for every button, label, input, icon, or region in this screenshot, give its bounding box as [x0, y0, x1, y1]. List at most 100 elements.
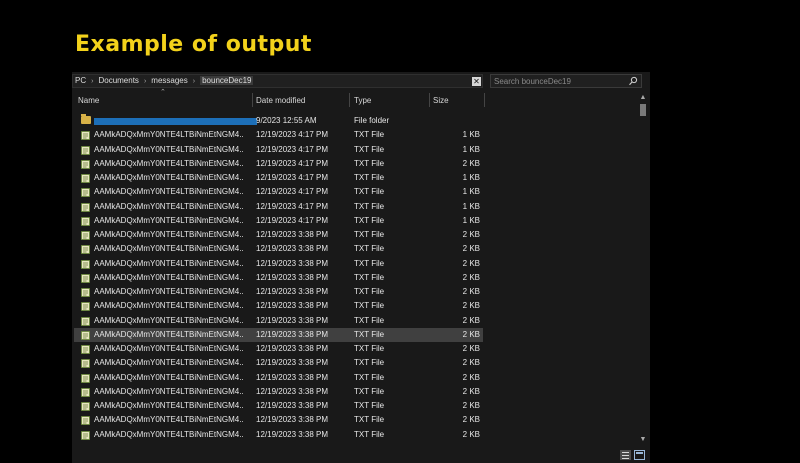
tiles-view-icon[interactable] [634, 450, 645, 460]
folder-date-modified: 9/2023 12:55 AM [256, 116, 317, 125]
txt-file-icon [81, 131, 90, 141]
txt-file-icon [81, 288, 90, 297]
clear-icon[interactable]: ✕ [472, 77, 481, 86]
file-type: TXT File [354, 215, 385, 225]
file-size: 1 KB [462, 130, 480, 140]
column-header-name[interactable]: Name [78, 90, 248, 110]
column-header-date[interactable]: Date modified [256, 90, 348, 110]
file-name: AAMkADQxMmY0NTE4LTBiNmEtNGM4... [94, 415, 244, 425]
file-date-modified: 12/19/2023 3:38 PM [256, 244, 329, 254]
file-name: AAMkADQxMmY0NTE4LTBiNmEtNGM4... [94, 372, 244, 382]
list-item[interactable]: AAMkADQxMmY0NTE4LTBiNmEtNGM4... 12/19/202… [74, 428, 483, 442]
file-size: 2 KB [462, 344, 480, 353]
vertical-scrollbar[interactable]: ▲ ▼ [638, 94, 648, 446]
txt-file-icon [81, 430, 90, 440]
address-bar[interactable]: PC › Documents › messages › bounceDec19 ✕ [72, 74, 483, 88]
list-item[interactable]: AAMkADQxMmY0NTE4LTBiNmEtNGM4... 12/19/202… [74, 271, 483, 285]
txt-file-icon [81, 330, 90, 340]
list-item[interactable]: AAMkADQxMmY0NTE4LTBiNmEtNGM4... 12/19/202… [74, 185, 483, 199]
file-size: 2 KB [462, 287, 480, 296]
file-type: TXT File [354, 258, 385, 268]
file-name: AAMkADQxMmY0NTE4LTBiNmEtNGM4... [94, 130, 244, 140]
file-date-modified: 12/19/2023 3:38 PM [256, 272, 329, 282]
list-item[interactable]: AAMkADQxMmY0NTE4LTBiNmEtNGM4... 12/19/202… [74, 257, 483, 271]
file-type: TXT File [354, 415, 385, 425]
list-item[interactable]: AAMkADQxMmY0NTE4LTBiNmEtNGM4... 12/19/202… [74, 171, 483, 185]
breadcrumb-documents[interactable]: Documents [98, 76, 138, 85]
file-type: TXT File [354, 201, 385, 211]
file-type: TXT File [354, 329, 385, 339]
list-item[interactable]: AAMkADQxMmY0NTE4LTBiNmEtNGM4... 12/19/202… [74, 143, 483, 157]
breadcrumb: PC › Documents › messages › bounceDec19 [75, 76, 254, 85]
file-date-modified: 12/19/2023 4:17 PM [256, 158, 329, 168]
txt-file-icon [81, 402, 90, 411]
list-item[interactable]: AAMkADQxMmY0NTE4LTBiNmEtNGM4... 12/19/202… [74, 399, 483, 413]
file-name: AAMkADQxMmY0NTE4LTBiNmEtNGM4... [94, 358, 244, 368]
list-item[interactable]: AAMkADQxMmY0NTE4LTBiNmEtNGM4... 12/19/202… [74, 128, 483, 142]
address-bar-row: PC › Documents › messages › bounceDec19 ✕ [72, 72, 650, 90]
list-item[interactable]: AAMkADQxMmY0NTE4LTBiNmEtNGM4... 12/19/202… [74, 413, 483, 427]
column-divider[interactable] [484, 93, 485, 107]
file-list: 9/2023 12:55 AM File folder AAMkADQxMmY0… [72, 114, 638, 463]
breadcrumb-pc[interactable]: PC [75, 76, 86, 85]
txt-file-icon [81, 345, 90, 354]
column-divider[interactable] [252, 93, 253, 107]
folder-type: File folder [354, 116, 390, 125]
file-type: TXT File [354, 244, 385, 254]
file-size: 2 KB [462, 415, 480, 425]
file-type: TXT File [354, 358, 385, 368]
column-header-size[interactable]: Size [433, 90, 483, 110]
file-size: 2 KB [462, 230, 480, 239]
search-icon[interactable] [628, 75, 638, 87]
search-input[interactable] [494, 75, 622, 87]
file-date-modified: 12/19/2023 3:38 PM [256, 358, 329, 368]
list-item[interactable]: AAMkADQxMmY0NTE4LTBiNmEtNGM4... 12/19/202… [74, 285, 483, 299]
list-item[interactable]: AAMkADQxMmY0NTE4LTBiNmEtNGM4... 12/19/202… [74, 242, 483, 256]
list-item[interactable]: AAMkADQxMmY0NTE4LTBiNmEtNGM4... 12/19/202… [74, 157, 483, 171]
txt-file-icon [81, 259, 90, 269]
txt-file-icon [81, 359, 90, 369]
list-item[interactable]: AAMkADQxMmY0NTE4LTBiNmEtNGM4... 12/19/202… [74, 371, 483, 385]
file-name: AAMkADQxMmY0NTE4LTBiNmEtNGM4... [94, 258, 244, 268]
file-type: TXT File [354, 287, 385, 296]
file-size: 1 KB [462, 144, 480, 154]
breadcrumb-messages[interactable]: messages [151, 76, 187, 85]
list-item[interactable]: AAMkADQxMmY0NTE4LTBiNmEtNGM4... 12/19/202… [74, 214, 483, 228]
scroll-down-icon[interactable]: ▼ [639, 436, 647, 444]
column-divider[interactable] [349, 93, 350, 107]
folder-icon [81, 114, 91, 124]
list-item[interactable]: AAMkADQxMmY0NTE4LTBiNmEtNGM4... 12/19/202… [74, 200, 483, 214]
list-item[interactable]: AAMkADQxMmY0NTE4LTBiNmEtNGM4... 12/19/202… [74, 356, 483, 370]
file-type: TXT File [354, 372, 385, 382]
file-name: AAMkADQxMmY0NTE4LTBiNmEtNGM4... [94, 315, 244, 325]
breadcrumb-bouncedec19[interactable]: bounceDec19 [200, 76, 254, 85]
column-header-type[interactable]: Type [354, 90, 429, 110]
list-item[interactable]: AAMkADQxMmY0NTE4LTBiNmEtNGM4... 12/19/202… [74, 299, 483, 313]
chevron-right-icon: › [192, 78, 196, 85]
file-date-modified: 12/19/2023 4:17 PM [256, 144, 329, 154]
list-item[interactable]: AAMkADQxMmY0NTE4LTBiNmEtNGM4... 12/19/202… [74, 385, 483, 399]
status-bar [72, 446, 650, 463]
file-size: 2 KB [462, 258, 480, 268]
list-item[interactable]: AAMkADQxMmY0NTE4LTBiNmEtNGM4... 12/19/202… [74, 327, 483, 342]
file-type: TXT File [354, 173, 385, 182]
file-date-modified: 12/19/2023 4:17 PM [256, 173, 329, 182]
list-item[interactable]: AAMkADQxMmY0NTE4LTBiNmEtNGM4... 12/19/202… [74, 342, 483, 356]
file-name: AAMkADQxMmY0NTE4LTBiNmEtNGM4... [94, 215, 244, 225]
list-item[interactable]: AAMkADQxMmY0NTE4LTBiNmEtNGM4... 12/19/202… [74, 314, 483, 328]
scrollbar-thumb[interactable] [640, 104, 646, 116]
scroll-up-icon[interactable]: ▲ [639, 94, 647, 102]
list-item[interactable]: AAMkADQxMmY0NTE4LTBiNmEtNGM4... 12/19/202… [74, 228, 483, 242]
column-divider[interactable] [429, 93, 430, 107]
file-date-modified: 12/19/2023 3:38 PM [256, 401, 329, 410]
file-size: 2 KB [462, 386, 480, 396]
txt-file-icon [81, 245, 90, 255]
txt-file-icon [81, 159, 90, 169]
search-box[interactable] [490, 74, 642, 88]
list-item-folder[interactable]: 9/2023 12:55 AM File folder [74, 114, 483, 128]
file-date-modified: 12/19/2023 3:38 PM [256, 301, 329, 311]
details-view-icon[interactable] [620, 450, 631, 460]
file-size: 2 KB [462, 329, 480, 339]
file-date-modified: 12/19/2023 4:17 PM [256, 130, 329, 140]
txt-file-icon [81, 316, 90, 326]
